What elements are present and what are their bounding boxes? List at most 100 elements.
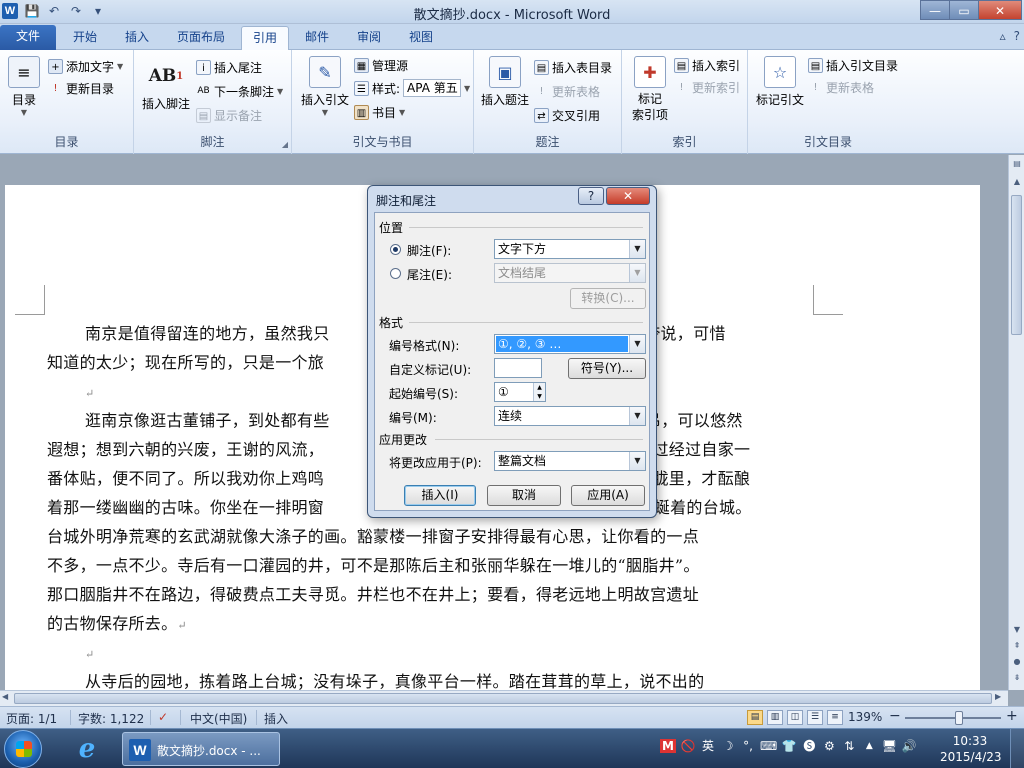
minimize-button[interactable]: — (920, 0, 950, 20)
scroll-up-icon[interactable]: ▲ (1009, 177, 1024, 191)
maximize-button[interactable]: ▭ (949, 0, 979, 20)
update-index-button[interactable]: ! 更新索引 (674, 79, 740, 96)
show-desktop-button[interactable] (1010, 729, 1024, 768)
ime-settings-icon[interactable]: ⚙ (821, 739, 837, 753)
mark-citation-button[interactable]: ☆ 标记引文 (752, 56, 808, 108)
insert-index-button[interactable]: ▤ 插入索引 (674, 57, 740, 74)
clock[interactable]: 10:33 2015/4/23 (940, 733, 1002, 765)
apply-button[interactable]: 应用(A) (571, 485, 645, 506)
draft-view-icon[interactable]: ≡ (827, 710, 843, 725)
proofing-icon[interactable]: ✓ (158, 710, 168, 724)
ime-m-icon[interactable]: M (660, 738, 676, 753)
scroll-right-icon[interactable]: ▶ (995, 692, 1001, 701)
tab-view[interactable]: 视图 (397, 26, 445, 50)
zoom-in-icon[interactable]: + (1006, 708, 1018, 724)
show-hidden-icons-icon[interactable]: ▲ (861, 741, 877, 751)
skin-icon[interactable]: 👕 (781, 739, 797, 753)
insert-caption-button[interactable]: ▣ 插入题注 (478, 56, 532, 108)
bibliography-button[interactable]: ▥ 书目 ▼ (354, 104, 405, 121)
help-icon[interactable]: ? (1014, 29, 1020, 43)
insert-table-of-figures-button[interactable]: ▤ 插入表目录 (534, 59, 612, 76)
tab-file[interactable]: 文件 (0, 25, 56, 50)
close-window-button[interactable]: ✕ (978, 0, 1022, 20)
tab-home[interactable]: 开始 (60, 26, 110, 50)
manage-sources-button[interactable]: ▦ 管理源 (354, 57, 408, 74)
footnote-location-select[interactable]: 文字下方 ▼ (494, 239, 646, 259)
zoom-level[interactable]: 139% (848, 710, 882, 724)
full-screen-reading-icon[interactable]: ▥ (767, 710, 783, 725)
symbol-button[interactable]: 符号(Y)... (568, 358, 646, 379)
apply-to-select[interactable]: 整篇文档 ▼ (494, 451, 646, 471)
insert-citation-button[interactable]: ✎ 插入引文 ▼ (296, 56, 354, 117)
outline-view-icon[interactable]: ☰ (807, 710, 823, 725)
insert-table-of-authorities-button[interactable]: ▤ 插入引文目录 (808, 57, 898, 74)
dialog-help-button[interactable]: ? (578, 187, 604, 205)
insert-button[interactable]: 插入(I) (404, 485, 476, 506)
insert-footnote-label: 插入脚注 (141, 97, 190, 111)
start-at-input[interactable]: ① ▲ ▼ (494, 382, 546, 402)
update-authorities-button[interactable]: ! 更新表格 (808, 79, 874, 96)
language[interactable]: 中文(中国) (190, 710, 247, 727)
update-toc-button[interactable]: ! 更新目录 (48, 80, 114, 97)
footnote-radio[interactable] (390, 244, 401, 255)
page-count[interactable]: 页面: 1/1 (6, 710, 57, 727)
next-footnote-button[interactable]: AB 下一条脚注 ▼ (196, 83, 283, 100)
ruler-toggle-icon[interactable]: ▤ (1009, 159, 1024, 173)
ime-s-icon[interactable]: 🅢 (801, 737, 817, 754)
tab-references[interactable]: 引用 (241, 26, 289, 50)
keyboard-icon[interactable]: ⌨ (760, 739, 777, 753)
endnote-location-select[interactable]: 文档结尾 ▼ (494, 263, 646, 283)
scroll-down-icon[interactable]: ▼ (1009, 625, 1024, 639)
cancel-button[interactable]: 取消 (487, 485, 561, 506)
tab-page-layout[interactable]: 页面布局 (166, 26, 236, 50)
insert-mode[interactable]: 插入 (264, 710, 288, 727)
add-text-button[interactable]: + 添加文字 ▼ (48, 58, 123, 75)
tab-insert[interactable]: 插入 (112, 26, 162, 50)
network-icon[interactable]: 🖥 (881, 739, 897, 753)
previous-page-icon[interactable]: ⇞ (1009, 641, 1024, 655)
custom-mark-input[interactable] (494, 358, 542, 378)
show-notes-button[interactable]: ▤ 显示备注 (196, 107, 262, 124)
start-button[interactable] (4, 730, 42, 768)
update-table-button[interactable]: ! 更新表格 (534, 83, 600, 100)
vertical-scroll-thumb[interactable] (1011, 195, 1022, 335)
zoom-slider-track[interactable] (905, 717, 1001, 719)
tab-mailings[interactable]: 邮件 (293, 26, 341, 50)
network-sync-icon[interactable]: ⇅ (841, 739, 857, 753)
horizontal-scrollbar[interactable]: ◀ ▶ (0, 690, 1008, 706)
toc-label: 目录 (11, 93, 36, 107)
spinner-arrows-icon[interactable]: ▲ ▼ (533, 383, 545, 401)
endnote-radio[interactable] (390, 268, 401, 279)
mark-entry-button[interactable]: ✚ 标记 索引项 (626, 56, 674, 123)
zoom-slider-thumb[interactable] (955, 711, 963, 725)
scroll-left-icon[interactable]: ◀ (2, 692, 8, 701)
ime-lang-icon[interactable]: 英 (700, 737, 716, 754)
cross-reference-button[interactable]: ⇄ 交叉引用 (534, 107, 600, 124)
volume-icon[interactable]: 🔊 (901, 739, 917, 753)
internet-explorer-icon[interactable]: e (72, 734, 102, 764)
numbering-select[interactable]: 连续 ▼ (494, 406, 646, 426)
web-layout-icon[interactable]: ◫ (787, 710, 803, 725)
print-layout-view-icon[interactable]: ▤ (747, 710, 763, 725)
minimize-ribbon-icon[interactable]: ▵ (1000, 29, 1006, 43)
tab-review[interactable]: 审阅 (345, 26, 393, 50)
next-page-icon[interactable]: ⇟ (1009, 673, 1024, 687)
word-count[interactable]: 字数: 1,122 (78, 710, 144, 727)
horizontal-scroll-thumb[interactable] (14, 693, 992, 704)
toc-button[interactable]: ≡ 目录 ▼ (6, 56, 42, 117)
citation-style-control[interactable]: ☰ 样式: APA 第五 ▼ (354, 79, 470, 97)
ime-punct-icon[interactable]: °, (740, 739, 756, 753)
ime-block-icon[interactable]: 🚫 (680, 739, 696, 753)
taskbar-word-window[interactable]: W 散文摘抄.docx - ... (122, 732, 280, 766)
insert-footnote-button[interactable]: AB 1 插入脚注 (138, 60, 194, 112)
style-combo[interactable]: APA 第五 (403, 79, 462, 97)
chevron-down-icon[interactable]: ▼ (464, 84, 470, 93)
insert-endnote-button[interactable]: i 插入尾注 (196, 59, 262, 76)
ime-moon-icon[interactable]: ☽ (720, 739, 736, 753)
dialog-close-button[interactable]: ✕ (606, 187, 650, 205)
zoom-out-icon[interactable]: − (889, 708, 901, 724)
number-format-select[interactable]: ①, ②, ③ … ▼ (494, 334, 646, 354)
vertical-scrollbar[interactable]: ▤ ▲ ▼ ⇞ ● ⇟ (1008, 155, 1024, 690)
browse-object-icon[interactable]: ● (1009, 657, 1024, 671)
convert-button[interactable]: 转换(C)... (570, 288, 646, 309)
